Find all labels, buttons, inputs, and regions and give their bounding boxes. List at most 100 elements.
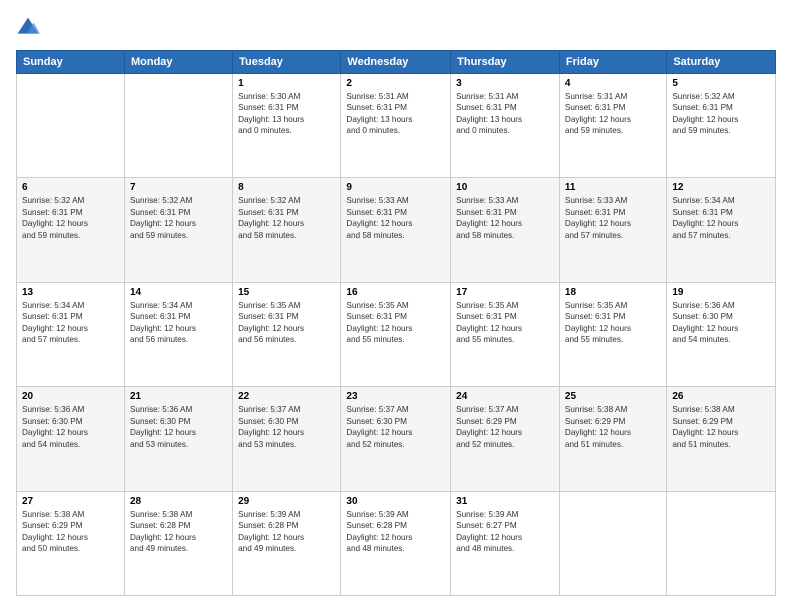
calendar-cell: 26 Sunrise: 5:38 AM Sunset: 6:29 PM Dayli… [667,387,776,491]
calendar-cell: 23 Sunrise: 5:37 AM Sunset: 6:30 PM Dayli… [341,387,451,491]
day-number: 28 [130,496,227,507]
day-info: Sunrise: 5:32 AM Sunset: 6:31 PM Dayligh… [22,195,119,241]
day-info: Sunrise: 5:39 AM Sunset: 6:28 PM Dayligh… [346,509,445,555]
calendar-cell: 29Sunrise: 5:39 AM Sunset: 6:28 PM Dayli… [233,491,341,595]
calendar-cell: 22Sunrise: 5:37 AM Sunset: 6:30 PM Dayli… [233,387,341,491]
day-number: 11 [565,182,661,193]
header [16,16,776,40]
calendar-cell: 14 Sunrise: 5:34 AM Sunset: 6:31 PM Dayli… [124,282,232,386]
calendar-cell: 8 Sunrise: 5:32 AM Sunset: 6:31 PM Daylig… [233,178,341,282]
calendar-cell [17,74,125,178]
day-info: Sunrise: 5:34 AM Sunset: 6:31 PM Dayligh… [672,195,770,241]
weekday-header-friday: Friday [559,51,666,74]
day-number: 30 [346,496,445,507]
day-number: 14 [130,287,227,298]
week-row-5: 27Sunrise: 5:38 AM Sunset: 6:29 PM Dayli… [17,491,776,595]
week-row-3: 13 Sunrise: 5:34 AM Sunset: 6:31 PM Dayli… [17,282,776,386]
day-number: 3 [456,78,554,89]
day-info: Sunrise: 5:32 AM Sunset: 6:31 PM Dayligh… [672,91,770,137]
day-info: Sunrise: 5:36 AM Sunset: 6:30 PM Dayligh… [672,300,770,346]
calendar-cell: 17 Sunrise: 5:35 AM Sunset: 6:31 PM Dayli… [451,282,560,386]
calendar-cell: 31Sunrise: 5:39 AM Sunset: 6:27 PM Dayli… [451,491,560,595]
day-number: 31 [456,496,554,507]
calendar-cell: 13 Sunrise: 5:34 AM Sunset: 6:31 PM Dayli… [17,282,125,386]
day-info: Sunrise: 5:31 AM Sunset: 6:31 PM Dayligh… [565,91,661,137]
day-number: 9 [346,182,445,193]
day-number: 20 [22,391,119,402]
day-number: 16 [346,287,445,298]
weekday-header-row: SundayMondayTuesdayWednesdayThursdayFrid… [17,51,776,74]
day-info: Sunrise: 5:35 AM Sunset: 6:31 PM Dayligh… [238,300,335,346]
logo [16,16,44,40]
week-row-4: 20 Sunrise: 5:36 AM Sunset: 6:30 PM Dayli… [17,387,776,491]
day-info: Sunrise: 5:38 AM Sunset: 6:29 PM Dayligh… [672,404,770,450]
day-number: 8 [238,182,335,193]
day-number: 17 [456,287,554,298]
calendar-cell: 5 Sunrise: 5:32 AM Sunset: 6:31 PM Daylig… [667,74,776,178]
calendar-cell: 28 Sunrise: 5:38 AM Sunset: 6:28 PM Dayli… [124,491,232,595]
logo-icon [16,16,40,40]
calendar-cell: 2Sunrise: 5:31 AM Sunset: 6:31 PM Daylig… [341,74,451,178]
calendar-table: SundayMondayTuesdayWednesdayThursdayFrid… [16,50,776,596]
calendar-cell [124,74,232,178]
day-number: 26 [672,391,770,402]
day-number: 4 [565,78,661,89]
calendar-cell: 21Sunrise: 5:36 AM Sunset: 6:30 PM Dayli… [124,387,232,491]
day-info: Sunrise: 5:37 AM Sunset: 6:30 PM Dayligh… [238,404,335,450]
calendar-cell: 9 Sunrise: 5:33 AM Sunset: 6:31 PM Daylig… [341,178,451,282]
day-info: Sunrise: 5:33 AM Sunset: 6:31 PM Dayligh… [565,195,661,241]
calendar-cell: 19 Sunrise: 5:36 AM Sunset: 6:30 PM Dayli… [667,282,776,386]
day-info: Sunrise: 5:33 AM Sunset: 6:31 PM Dayligh… [346,195,445,241]
day-info: Sunrise: 5:31 AM Sunset: 6:31 PM Dayligh… [456,91,554,137]
day-number: 27 [22,496,119,507]
calendar-cell: 6 Sunrise: 5:32 AM Sunset: 6:31 PM Daylig… [17,178,125,282]
calendar-cell: 11 Sunrise: 5:33 AM Sunset: 6:31 PM Dayli… [559,178,666,282]
day-info: Sunrise: 5:37 AM Sunset: 6:29 PM Dayligh… [456,404,554,450]
day-number: 6 [22,182,119,193]
day-number: 10 [456,182,554,193]
calendar-cell: 12 Sunrise: 5:34 AM Sunset: 6:31 PM Dayli… [667,178,776,282]
day-number: 5 [672,78,770,89]
day-info: Sunrise: 5:37 AM Sunset: 6:30 PM Dayligh… [346,404,445,450]
day-info: Sunrise: 5:35 AM Sunset: 6:31 PM Dayligh… [346,300,445,346]
weekday-header-thursday: Thursday [451,51,560,74]
calendar-cell: 27Sunrise: 5:38 AM Sunset: 6:29 PM Dayli… [17,491,125,595]
calendar-cell: 10 Sunrise: 5:33 AM Sunset: 6:31 PM Dayli… [451,178,560,282]
day-info: Sunrise: 5:38 AM Sunset: 6:29 PM Dayligh… [565,404,661,450]
day-info: Sunrise: 5:34 AM Sunset: 6:31 PM Dayligh… [130,300,227,346]
day-info: Sunrise: 5:36 AM Sunset: 6:30 PM Dayligh… [130,404,227,450]
calendar-cell: 1 Sunrise: 5:30 AM Sunset: 6:31 PM Daylig… [233,74,341,178]
day-number: 19 [672,287,770,298]
calendar-cell [559,491,666,595]
day-number: 15 [238,287,335,298]
calendar-cell: 15 Sunrise: 5:35 AM Sunset: 6:31 PM Dayli… [233,282,341,386]
day-number: 25 [565,391,661,402]
day-info: Sunrise: 5:32 AM Sunset: 6:31 PM Dayligh… [238,195,335,241]
calendar-cell: 18Sunrise: 5:35 AM Sunset: 6:31 PM Dayli… [559,282,666,386]
day-number: 23 [346,391,445,402]
calendar-cell: 7Sunrise: 5:32 AM Sunset: 6:31 PM Daylig… [124,178,232,282]
weekday-header-tuesday: Tuesday [233,51,341,74]
day-number: 1 [238,78,335,89]
page: SundayMondayTuesdayWednesdayThursdayFrid… [0,0,792,612]
day-number: 18 [565,287,661,298]
weekday-header-saturday: Saturday [667,51,776,74]
weekday-header-sunday: Sunday [17,51,125,74]
day-info: Sunrise: 5:35 AM Sunset: 6:31 PM Dayligh… [456,300,554,346]
day-info: Sunrise: 5:38 AM Sunset: 6:28 PM Dayligh… [130,509,227,555]
day-number: 12 [672,182,770,193]
day-info: Sunrise: 5:34 AM Sunset: 6:31 PM Dayligh… [22,300,119,346]
week-row-1: 1 Sunrise: 5:30 AM Sunset: 6:31 PM Daylig… [17,74,776,178]
calendar-cell [667,491,776,595]
weekday-header-monday: Monday [124,51,232,74]
calendar-cell: 25 Sunrise: 5:38 AM Sunset: 6:29 PM Dayli… [559,387,666,491]
day-number: 13 [22,287,119,298]
week-row-2: 6 Sunrise: 5:32 AM Sunset: 6:31 PM Daylig… [17,178,776,282]
day-number: 29 [238,496,335,507]
day-info: Sunrise: 5:30 AM Sunset: 6:31 PM Dayligh… [238,91,335,137]
day-number: 24 [456,391,554,402]
calendar-cell: 4 Sunrise: 5:31 AM Sunset: 6:31 PM Daylig… [559,74,666,178]
day-number: 2 [346,78,445,89]
day-info: Sunrise: 5:32 AM Sunset: 6:31 PM Dayligh… [130,195,227,241]
day-info: Sunrise: 5:33 AM Sunset: 6:31 PM Dayligh… [456,195,554,241]
